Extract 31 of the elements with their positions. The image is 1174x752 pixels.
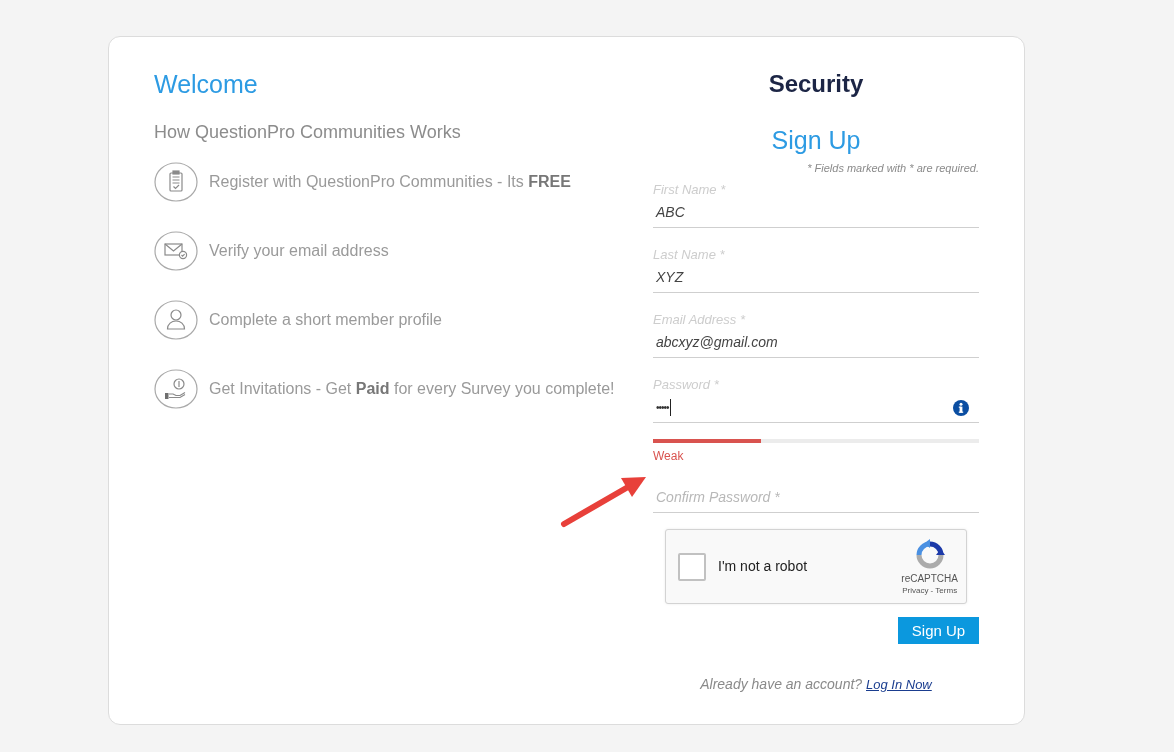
input-field[interactable]: abcxyz@gmail.com — [653, 328, 979, 358]
captcha-label: I'm not a robot — [718, 557, 808, 576]
intro-subtitle: How QuestionPro Communities Works — [154, 121, 462, 144]
captcha-links[interactable]: Privacy - Terms — [902, 586, 958, 596]
strength-label: Weak — [653, 448, 685, 464]
text-cursor — [669, 399, 671, 416]
field-value: ABC — [656, 203, 685, 222]
login-link[interactable]: Log In Now — [866, 677, 932, 692]
step-text: Register with QuestionPro Communities - Its FREE — [209, 172, 571, 192]
step-text: Get Invitations - Get Paid for every Survey you complete! — [209, 379, 615, 399]
input-field[interactable]: ABC — [653, 198, 979, 228]
field-placeholder: Confirm Password * — [656, 488, 780, 507]
password-field[interactable]: ••••• — [653, 393, 979, 423]
input-field[interactable]: XYZ — [653, 263, 979, 293]
welcome-title: Welcome — [154, 69, 259, 100]
captcha-checkbox[interactable] — [678, 552, 706, 581]
required-note: * Fields marked with * are required. — [806, 162, 979, 174]
envelope-check-icon — [154, 231, 198, 271]
field-value: abcxyz@gmail.com — [656, 333, 778, 352]
clipboard-icon — [154, 162, 198, 202]
step-text: Verify your email address — [209, 241, 389, 261]
security-heading: Security — [767, 69, 865, 99]
info-icon[interactable] — [953, 399, 969, 416]
hand-coin-icon — [154, 369, 198, 409]
field-value: ••••• — [656, 401, 669, 415]
signup-title: Sign Up — [770, 125, 862, 156]
login-prompt: Already have an account? Log In Now — [699, 675, 933, 694]
step-text: Complete a short member profile — [209, 310, 442, 330]
captcha-brand: reCAPTCHA — [901, 573, 958, 585]
field-value: XYZ — [656, 268, 684, 287]
person-icon — [154, 300, 198, 340]
